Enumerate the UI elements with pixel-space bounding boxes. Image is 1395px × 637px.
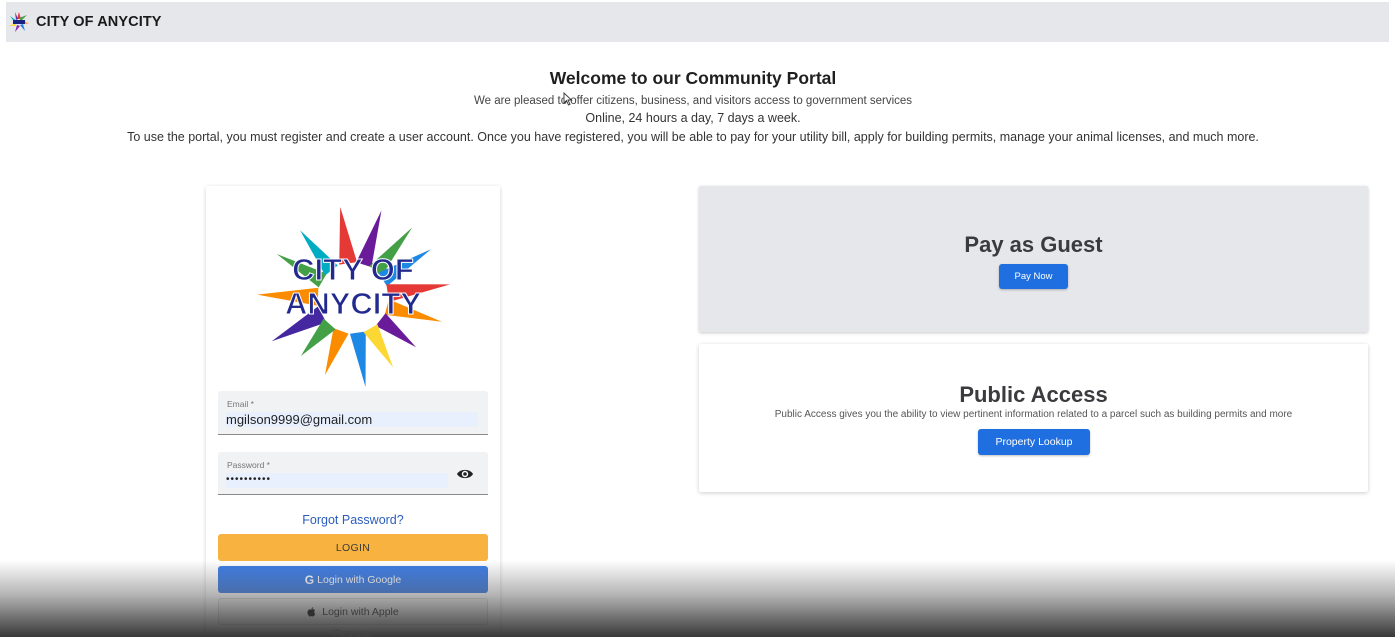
login-with-google-button[interactable]: G Login with Google [218,566,488,593]
login-card: CITY OF ANYCITY Email * mgilson9999@gmai… [206,186,500,637]
property-lookup-label: Property Lookup [995,436,1073,448]
page: CITY OF ANYCITY Welcome to our Community… [0,0,1395,637]
apple-icon [307,606,316,617]
welcome-instructions-text: To use the portal, you must register and… [127,130,1259,144]
pay-now-button[interactable]: Pay Now [999,264,1068,289]
pay-as-guest-title: Pay as Guest [964,232,1103,257]
login-with-apple-button[interactable]: Login with Apple [218,598,488,625]
register-link[interactable]: Register [206,628,500,637]
city-starburst-icon[interactable] [8,11,30,33]
logo-text-line1: CITY OF [292,252,414,287]
city-logo-image: CITY OF ANYCITY [257,206,451,388]
password-field[interactable]: Password * •••••••••• [218,452,488,495]
welcome-title: Welcome to our Community Portal [549,68,837,88]
email-input[interactable]: mgilson9999@gmail.com [226,412,478,427]
public-access-card: Public Access Public Access gives you th… [699,344,1368,492]
login-with-google-label: Login with Google [317,573,402,586]
logo-text-line2: ANYCITY [285,286,421,321]
forgot-password-link[interactable]: Forgot Password? [206,513,500,527]
login-button-label: LOGIN [335,541,371,554]
property-lookup-button[interactable]: Property Lookup [978,429,1090,455]
public-access-title: Public Access [959,382,1108,407]
email-field[interactable]: Email * mgilson9999@gmail.com [218,391,488,435]
public-access-description: Public Access gives you the ability to v… [774,409,1293,420]
pay-now-label: Pay Now [1014,271,1053,282]
welcome-section: Welcome to our Community Portal We are p… [0,68,1386,144]
email-label: Email * [227,399,254,409]
top-app-bar: CITY OF ANYCITY [6,2,1389,42]
eye-icon[interactable] [456,467,474,481]
password-input[interactable]: •••••••••• [226,473,448,488]
google-icon: G [304,572,315,587]
password-label: Password * [227,460,270,470]
login-with-apple-label: Login with Apple [322,605,399,618]
login-button[interactable]: LOGIN [218,534,488,561]
welcome-intro-text: We are pleased to offer citizens, busine… [473,95,913,107]
pay-as-guest-card: Pay as Guest Pay Now [699,186,1368,332]
welcome-hours-text: Online, 24 hours a day, 7 days a week. [585,111,801,125]
app-brand-title[interactable]: CITY OF ANYCITY [36,14,162,30]
mouse-cursor-icon [563,92,573,106]
